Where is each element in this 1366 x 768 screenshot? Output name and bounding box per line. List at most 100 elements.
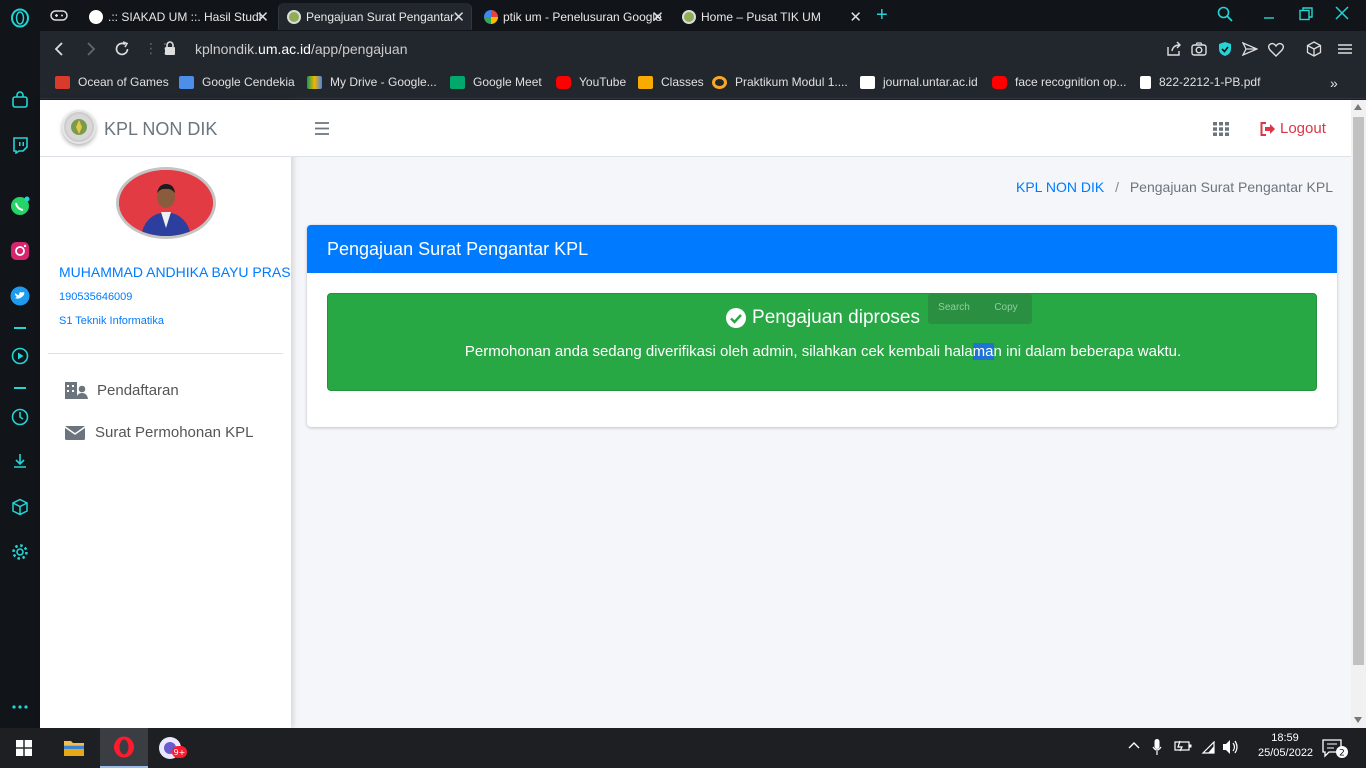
hamburger-menu-icon[interactable] <box>315 122 329 135</box>
close-window-icon[interactable] <box>1335 6 1349 20</box>
shopping-bag-icon[interactable] <box>10 90 30 110</box>
close-tab-icon[interactable]: ✕ <box>849 8 862 26</box>
easy-setup-icon[interactable] <box>1337 41 1353 57</box>
page-scrollbar[interactable] <box>1351 100 1366 728</box>
wifi-icon[interactable] <box>1200 741 1216 754</box>
instagram-icon[interactable] <box>10 241 30 261</box>
clock-date: 25/05/2022 <box>1258 747 1314 759</box>
gamepad-icon[interactable] <box>50 7 68 23</box>
alert-message-text: Permohonan anda sedang diverifikasi oleh… <box>464 343 973 360</box>
opera-taskbar-icon[interactable] <box>100 728 148 768</box>
scroll-down-arrow-icon[interactable] <box>1354 717 1362 723</box>
graduation-cap-icon <box>179 75 194 89</box>
bookmark-journal-untar[interactable]: journal.untar.ac.id <box>860 75 978 89</box>
bookmark-google-cendekia[interactable]: Google Cendekia <box>179 75 295 89</box>
logout-label: Logout <box>1280 120 1326 137</box>
bookmark-praktikum[interactable]: Praktikum Modul 1.... <box>712 75 848 89</box>
opera-logo-icon[interactable] <box>10 8 30 28</box>
scrollbar-thumb[interactable] <box>1353 117 1364 665</box>
forward-arrow-icon[interactable] <box>84 41 98 57</box>
heart-icon[interactable] <box>1268 42 1284 57</box>
twitter-icon[interactable] <box>10 286 30 306</box>
app-sidebar: KPL NON DIK MUHAMMAD ANDHIKA BAYU PRAS 1… <box>40 100 291 728</box>
breadcrumb-separator: / <box>1115 179 1119 195</box>
tab-pengajuan[interactable]: Pengajuan Surat Pengantar ✕ <box>278 3 472 30</box>
status-alert: Search Copy Pengajuan diproses Permohona… <box>327 293 1317 391</box>
more-dots-icon[interactable] <box>10 697 30 717</box>
tab-title: Home – Pusat TIK UM <box>701 9 821 24</box>
opera-sidebar <box>0 0 40 728</box>
pkp-icon <box>860 75 875 89</box>
brand-text: KPL NON DIK <box>104 119 218 139</box>
microphone-icon[interactable] <box>1152 739 1162 755</box>
user-name[interactable]: MUHAMMAD ANDHIKA BAYU PRAS <box>59 264 291 280</box>
logout-button[interactable]: Logout <box>1260 120 1326 137</box>
url-field[interactable]: kplnondik.um.ac.id/app/pengajuan <box>195 41 408 57</box>
share-icon[interactable] <box>1166 41 1182 57</box>
reload-icon[interactable] <box>114 41 130 57</box>
user-nim: 190535646009 <box>59 291 133 303</box>
card-header: Pengajuan Surat Pengantar KPL <box>307 225 1337 273</box>
camera-snapshot-icon[interactable] <box>1191 41 1207 57</box>
lock-icon[interactable] <box>164 41 176 56</box>
google-icon <box>484 9 498 24</box>
close-tab-icon[interactable]: ✕ <box>256 8 269 26</box>
show-hidden-icons-icon[interactable] <box>1128 741 1140 749</box>
sidebar-item-label: Surat Permohonan KPL <box>95 424 254 441</box>
youtube-icon <box>992 75 1007 89</box>
breadcrumb-home-link[interactable]: KPL NON DIK <box>1016 179 1104 195</box>
download-icon[interactable] <box>10 451 30 471</box>
battery-charging-icon[interactable] <box>1174 740 1192 752</box>
tab-title: Pengajuan Surat Pengantar <box>306 9 455 24</box>
back-arrow-icon[interactable] <box>52 41 66 57</box>
bookmark-google-meet[interactable]: Google Meet <box>450 75 542 89</box>
clock[interactable]: 18:59 25/05/2022 <box>1258 732 1314 759</box>
divider-icon <box>10 318 30 338</box>
bookmarks-bar: Ocean of Games Google Cendekia My Drive … <box>40 68 1366 99</box>
windows-start-icon[interactable] <box>0 728 48 768</box>
cube-icon[interactable] <box>10 497 30 517</box>
sidebar-item-pendaftaran[interactable]: Pendaftaran <box>64 380 179 400</box>
vpn-shield-icon[interactable] <box>1217 41 1233 57</box>
player-icon[interactable] <box>10 346 30 366</box>
search-tabs-icon[interactable] <box>1217 6 1233 22</box>
new-tab-plus-icon[interactable]: + <box>876 4 888 27</box>
url-domain: um.ac.id <box>258 41 311 57</box>
notification-center-icon[interactable]: 2 <box>1322 738 1348 758</box>
tab-pusat-tik[interactable]: Home – Pusat TIK UM ✕ <box>674 3 868 30</box>
send-icon[interactable] <box>1242 41 1258 57</box>
close-tab-icon[interactable]: ✕ <box>651 8 664 26</box>
settings-gear-icon[interactable] <box>10 542 30 562</box>
apps-grid-icon[interactable] <box>1213 122 1229 136</box>
tab-siakad[interactable]: .:: SIAKAD UM ::. Hasil Studi ✕ <box>81 3 275 30</box>
opera-gx-taskbar-icon[interactable]: 9+ <box>149 728 197 768</box>
bookmarks-overflow-icon[interactable]: » <box>1330 75 1338 91</box>
breadcrumb: KPL NON DIK / Pengajuan Surat Pengantar … <box>1016 179 1333 195</box>
bookmark-ocean-of-games[interactable]: Ocean of Games <box>55 75 169 89</box>
brand-link[interactable]: KPL NON DIK <box>40 100 291 157</box>
envelope-icon <box>64 425 86 441</box>
twitch-icon[interactable] <box>10 135 30 155</box>
whatsapp-icon[interactable] <box>10 196 30 216</box>
alert-title-text: Pengajuan diproses <box>752 307 920 328</box>
tab-google-search[interactable]: ptik um - Penelusuran Google ✕ <box>476 3 670 30</box>
close-tab-icon[interactable]: ✕ <box>452 8 465 26</box>
bookmark-classes[interactable]: Classes <box>638 75 704 89</box>
bookmark-face-recognition[interactable]: face recognition op... <box>992 75 1126 89</box>
scroll-up-arrow-icon[interactable] <box>1354 104 1362 110</box>
extensions-cube-icon[interactable] <box>1306 41 1322 57</box>
classroom-icon <box>638 75 653 89</box>
bookmark-my-drive[interactable]: My Drive - Google... <box>307 75 437 89</box>
windows-taskbar: 9+ 18:59 25/05/2022 2 <box>0 728 1366 768</box>
volume-icon[interactable] <box>1222 739 1240 755</box>
minimize-icon[interactable] <box>1262 6 1276 20</box>
history-icon[interactable] <box>10 407 30 427</box>
restore-window-icon[interactable] <box>1299 7 1313 21</box>
um-logo-icon <box>287 9 301 24</box>
card-title: Pengajuan Surat Pengantar KPL <box>327 239 589 259</box>
bookmark-pdf[interactable]: 822-2212-1-PB.pdf <box>1140 75 1260 89</box>
file-explorer-icon[interactable] <box>50 728 98 768</box>
bookmark-youtube[interactable]: YouTube <box>556 75 626 89</box>
sidebar-item-surat-permohonan[interactable]: Surat Permohonan KPL <box>64 424 253 441</box>
colab-icon <box>712 75 727 89</box>
